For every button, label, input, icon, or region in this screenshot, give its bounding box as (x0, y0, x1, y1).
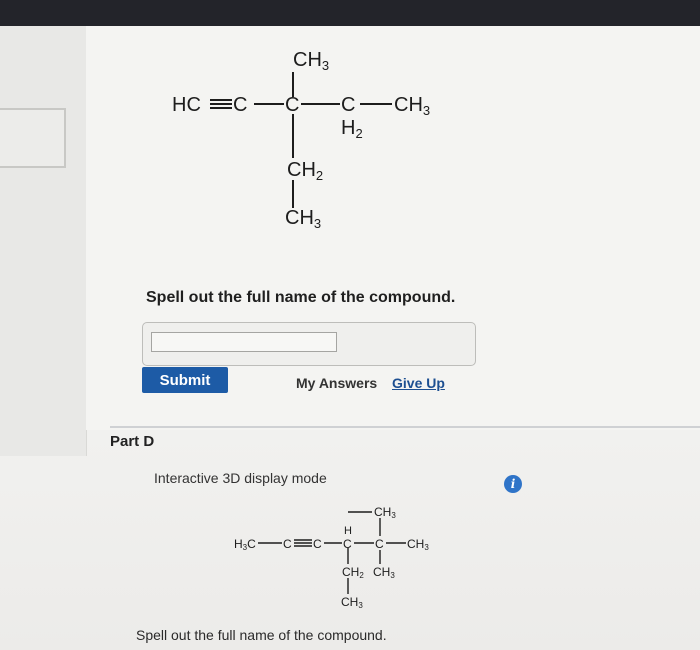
question-prompt-d: Spell out the full name of the compound. (136, 627, 387, 643)
h-top-label: H (344, 525, 352, 537)
c-h-label: C (343, 537, 352, 551)
ch3-bottom-d-label: CH3 (341, 595, 363, 610)
c-q-label: C (375, 537, 384, 551)
ch3-under-q-label: CH3 (373, 565, 395, 580)
structure-part-d: H3C C C H C C CH3 CH3 CH2 CH3 CH3 (234, 505, 429, 610)
c-b-label: C (313, 537, 322, 551)
ch3-top-d-label: CH3 (374, 505, 396, 520)
ch3-right-d-label: CH3 (407, 537, 429, 552)
ch2-d-label: CH2 (342, 565, 364, 580)
c-a-label: C (283, 537, 292, 551)
h3c-label: H3C (234, 537, 256, 552)
